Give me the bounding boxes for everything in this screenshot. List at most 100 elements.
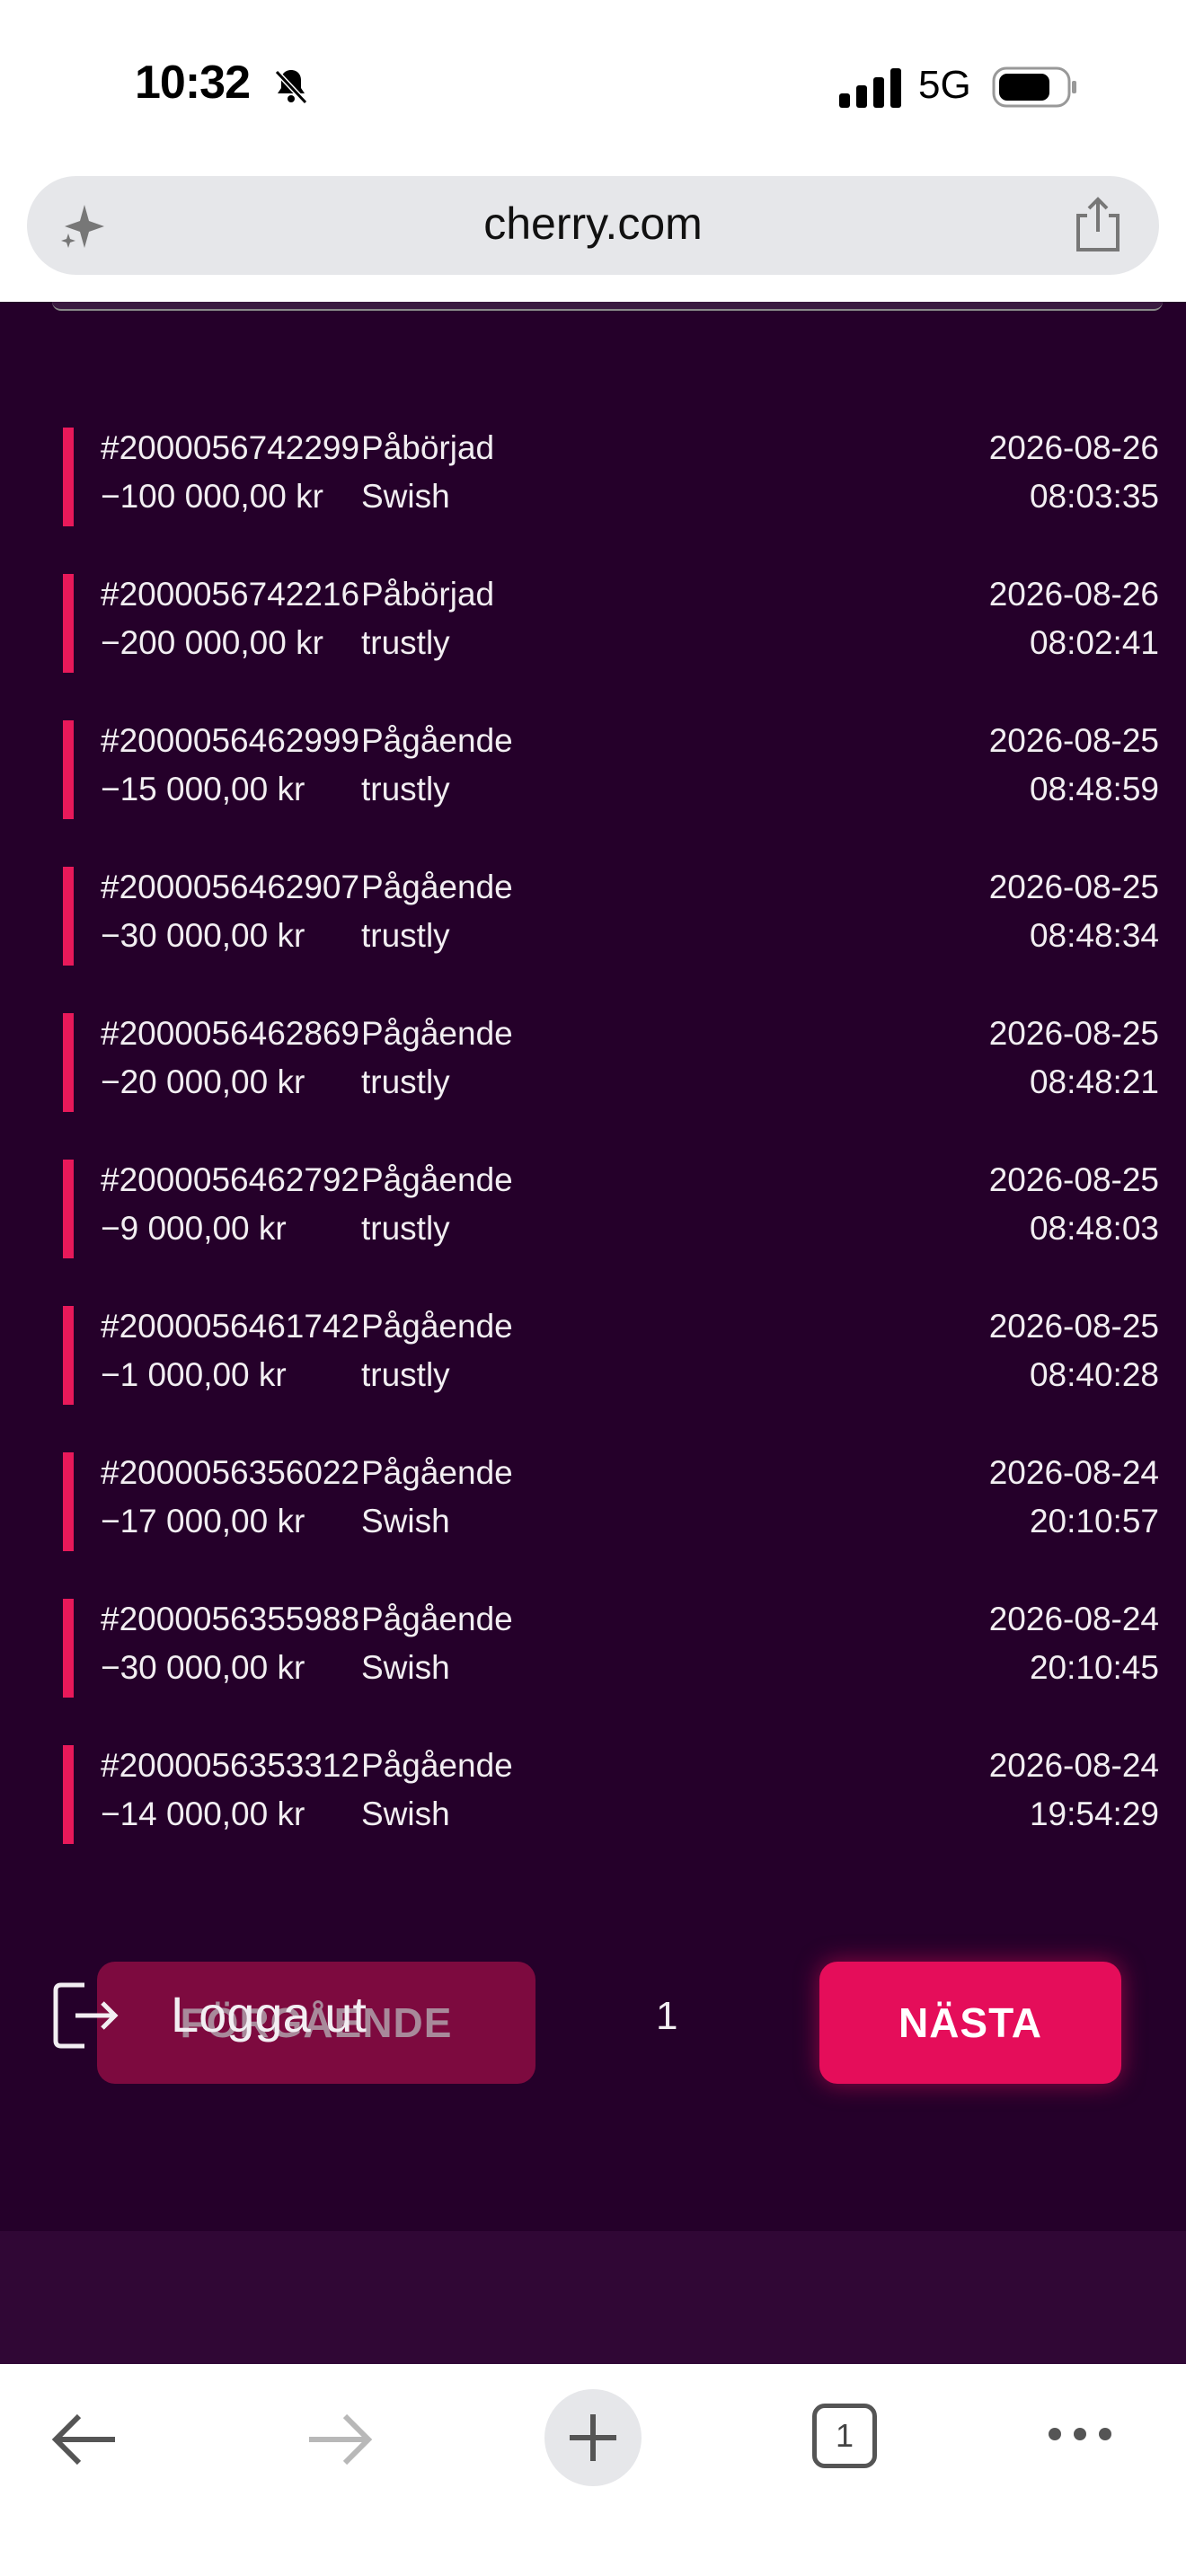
transaction-row[interactable]: #2000056462792 Pågående −9 000,00 kr trustl… <box>63 1160 1159 1260</box>
transaction-status: Pågående <box>361 1601 513 1637</box>
transaction-amount: −14 000,00 kr <box>101 1795 305 1832</box>
signal-icon <box>839 68 901 108</box>
browser-toolbar: 1 <box>0 2364 1186 2576</box>
next-page-button[interactable]: NÄSTA <box>819 1962 1121 2084</box>
payment-method: Swish <box>361 1795 450 1832</box>
transaction-date: 2026-08-24 <box>988 1747 1159 1784</box>
new-tab-button[interactable] <box>544 2389 642 2486</box>
transaction-status: Pågående <box>361 1454 513 1491</box>
share-icon[interactable] <box>1071 196 1125 253</box>
transaction-status: Pågående <box>361 1015 513 1052</box>
more-icon[interactable] <box>1046 2423 1114 2445</box>
status-indicator-bar <box>63 574 74 673</box>
page-number: 1 <box>656 1994 678 2038</box>
transaction-time: 08:02:41 <box>1029 624 1159 661</box>
tabs-button[interactable]: 1 <box>812 2404 877 2468</box>
payment-method: Swish <box>361 1503 450 1539</box>
transaction-date: 2026-08-25 <box>988 1015 1159 1052</box>
transaction-time: 08:48:03 <box>1029 1210 1159 1247</box>
transaction-row[interactable]: #2000056742216 Påbörjad −200 000,00 kr trus… <box>63 574 1159 675</box>
status-indicator-bar <box>63 1452 74 1551</box>
transaction-date: 2026-08-25 <box>988 1161 1159 1198</box>
payment-method: trustly <box>361 624 450 661</box>
status-indicator-bar <box>63 428 74 526</box>
transaction-time: 08:48:21 <box>1029 1063 1159 1100</box>
transaction-row[interactable]: #2000056356022 Pågående −17 000,00 kr Swish… <box>63 1452 1159 1553</box>
transaction-id: #2000056356022 <box>101 1454 360 1491</box>
payment-method: Swish <box>361 478 450 515</box>
transaction-status: Pågående <box>361 869 513 905</box>
transaction-status: Pågående <box>361 1747 513 1784</box>
transaction-date: 2026-08-25 <box>988 722 1159 759</box>
logout-label[interactable]: Logga ut <box>171 1985 367 2043</box>
transaction-date: 2026-08-25 <box>988 1308 1159 1345</box>
network-label: 5G <box>918 63 971 107</box>
status-indicator-bar <box>63 720 74 819</box>
status-time: 10:32 <box>135 57 251 109</box>
status-indicator-bar <box>63 1013 74 1112</box>
transaction-row[interactable]: #2000056355988 Pågående −30 000,00 kr Swish… <box>63 1599 1159 1699</box>
transaction-amount: −20 000,00 kr <box>101 1063 305 1100</box>
transaction-row[interactable]: #2000056462907 Pågående −30 000,00 kr trust… <box>63 867 1159 967</box>
transaction-row[interactable]: #2000056353312 Pågående −14 000,00 kr Swish… <box>63 1745 1159 1846</box>
transaction-amount: −15 000,00 kr <box>101 771 305 807</box>
payment-method: Swish <box>361 1649 450 1686</box>
status-indicator-bar <box>63 1599 74 1698</box>
transaction-date: 2026-08-25 <box>988 869 1159 905</box>
transaction-time: 08:48:59 <box>1029 771 1159 807</box>
payment-method: trustly <box>361 771 450 807</box>
transaction-date: 2026-08-24 <box>988 1601 1159 1637</box>
back-arrow-icon[interactable] <box>50 2411 119 2468</box>
transaction-date: 2026-08-26 <box>988 429 1159 466</box>
silent-bell-icon <box>274 69 308 105</box>
transaction-id: #2000056353312 <box>101 1747 360 1784</box>
transaction-amount: −30 000,00 kr <box>101 1649 305 1686</box>
address-bar[interactable]: cherry.com <box>27 176 1159 275</box>
transaction-status: Påbörjad <box>361 429 495 466</box>
transaction-time: 08:40:28 <box>1029 1356 1159 1393</box>
transaction-row[interactable]: #2000056462999 Pågående −15 000,00 kr trust… <box>63 720 1159 821</box>
transaction-time: 19:54:29 <box>1029 1795 1159 1832</box>
transaction-time: 08:03:35 <box>1029 478 1159 515</box>
payment-method: trustly <box>361 1210 450 1247</box>
forward-arrow-icon[interactable] <box>305 2411 374 2468</box>
transaction-status: Pågående <box>361 1161 513 1198</box>
transaction-date: 2026-08-26 <box>988 576 1159 613</box>
logout-row[interactable] <box>0 2231 1186 2364</box>
panel-top-edge <box>52 302 1163 311</box>
plus-icon <box>570 2414 616 2461</box>
url-text[interactable]: cherry.com <box>27 198 1159 250</box>
transaction-amount: −1 000,00 kr <box>101 1356 287 1393</box>
payment-method: trustly <box>361 917 450 954</box>
transaction-amount: −200 000,00 kr <box>101 624 323 661</box>
transaction-amount: −100 000,00 kr <box>101 478 323 515</box>
transaction-id: #2000056742299 <box>101 429 360 466</box>
transaction-row[interactable]: #2000056461742 Pågående −1 000,00 kr trustl… <box>63 1306 1159 1407</box>
status-bar: 10:32 5G <box>0 0 1186 171</box>
transaction-row[interactable]: #2000056462869 Pågående −20 000,00 kr trust… <box>63 1013 1159 1114</box>
transaction-time: 20:10:57 <box>1029 1503 1159 1539</box>
transaction-id: #2000056462999 <box>101 722 360 759</box>
transaction-time: 08:48:34 <box>1029 917 1159 954</box>
transaction-row[interactable]: #2000056742299 Påbörjad −100 000,00 kr Swis… <box>63 428 1159 528</box>
transaction-status: Påbörjad <box>361 576 495 613</box>
transaction-history-panel: #2000056742299 Påbörjad −100 000,00 kr Swis… <box>0 302 1186 2364</box>
transaction-time: 20:10:45 <box>1029 1649 1159 1686</box>
payment-method: trustly <box>361 1063 450 1100</box>
transaction-id: #2000056461742 <box>101 1308 360 1345</box>
status-indicator-bar <box>63 1745 74 1844</box>
logout-icon[interactable] <box>52 1980 120 2051</box>
transaction-date: 2026-08-24 <box>988 1454 1159 1491</box>
transaction-amount: −30 000,00 kr <box>101 917 305 954</box>
transaction-id: #2000056355988 <box>101 1601 360 1637</box>
transaction-id: #2000056742216 <box>101 576 360 613</box>
status-indicator-bar <box>63 867 74 966</box>
status-indicator-bar <box>63 1160 74 1258</box>
transaction-id: #2000056462869 <box>101 1015 360 1052</box>
transaction-amount: −9 000,00 kr <box>101 1210 287 1247</box>
transaction-id: #2000056462907 <box>101 869 360 905</box>
transaction-amount: −17 000,00 kr <box>101 1503 305 1539</box>
battery-icon <box>992 66 1076 108</box>
transaction-status: Pågående <box>361 1308 513 1345</box>
transaction-id: #2000056462792 <box>101 1161 360 1198</box>
